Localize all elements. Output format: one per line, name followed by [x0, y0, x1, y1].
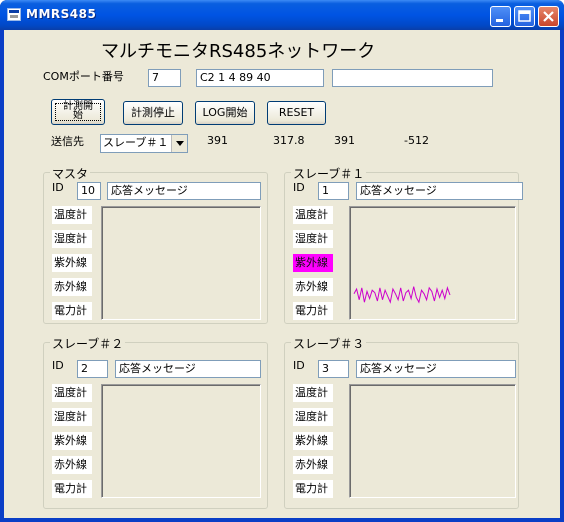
id-input[interactable]: 10	[77, 182, 101, 200]
id-label: ID	[52, 359, 64, 372]
hex-data-field[interactable]: C2 1 4 89 40	[196, 69, 324, 87]
readout-2: 317.8	[273, 134, 305, 147]
close-button[interactable]	[538, 6, 559, 27]
readout-3: 391	[334, 134, 355, 147]
panel-title: スレーブ＃２	[50, 335, 126, 352]
waveform-line	[353, 286, 451, 304]
client-area: マルチモニタRS485ネットワーク COMポート番号 7 C2 1 4 89 4…	[4, 30, 560, 518]
panel-master: マスタ ID 10 応答メッセージ 温度計 湿度計 紫外線 赤外線 電力計	[43, 165, 268, 324]
id-label: ID	[52, 181, 64, 194]
sensor-ultraviolet[interactable]: 紫外線	[52, 254, 92, 272]
panel-slave-3: スレーブ＃３ ID 3 応答メッセージ 温度計 湿度計 紫外線 赤外線 電力計	[284, 335, 519, 509]
sensor-ultraviolet[interactable]: 紫外線	[293, 254, 333, 272]
sensor-temperature[interactable]: 温度計	[52, 384, 92, 402]
id-input[interactable]: 1	[318, 182, 349, 200]
sensor-power[interactable]: 電力計	[52, 480, 92, 498]
sensor-infrared[interactable]: 赤外線	[293, 278, 333, 296]
sensor-humidity[interactable]: 湿度計	[293, 408, 333, 426]
id-input[interactable]: 2	[77, 360, 108, 378]
sensor-humidity[interactable]: 湿度計	[52, 408, 92, 426]
measure-start-button[interactable]: 計測開 始	[51, 99, 105, 125]
chevron-down-icon[interactable]	[171, 135, 187, 152]
id-input[interactable]: 3	[318, 360, 349, 378]
panel-title: スレーブ＃３	[291, 335, 367, 352]
extra-field[interactable]	[332, 69, 493, 87]
app-window: MMRS485 マルチモニタRS485ネットワーク COMポート番号 7 C2 …	[0, 0, 564, 522]
sensor-power[interactable]: 電力計	[52, 302, 92, 320]
sensor-humidity[interactable]: 湿度計	[52, 230, 92, 248]
graph-area	[101, 206, 261, 320]
reset-button[interactable]: RESET	[267, 101, 326, 125]
sensor-temperature[interactable]: 温度計	[52, 206, 92, 224]
graph-area	[349, 384, 516, 498]
sensor-humidity[interactable]: 湿度計	[293, 230, 333, 248]
sensor-ultraviolet[interactable]: 紫外線	[52, 432, 92, 450]
sensor-power[interactable]: 電力計	[293, 480, 333, 498]
panel-title: マスタ	[50, 165, 91, 182]
sensor-infrared[interactable]: 赤外線	[52, 278, 92, 296]
id-label: ID	[293, 181, 305, 194]
sensor-ultraviolet[interactable]: 紫外線	[293, 432, 333, 450]
destination-value: スレーブ＃１	[103, 136, 169, 149]
app-icon[interactable]	[7, 8, 21, 21]
com-port-input[interactable]: 7	[148, 69, 181, 87]
message-field[interactable]: 応答メッセージ	[107, 182, 261, 200]
message-field[interactable]: 応答メッセージ	[356, 182, 523, 200]
measure-stop-button[interactable]: 計測停止	[123, 101, 183, 125]
log-start-button[interactable]: LOG開始	[195, 101, 255, 125]
message-field[interactable]: 応答メッセージ	[115, 360, 261, 378]
readout-4: -512	[404, 134, 429, 147]
window-title: MMRS485	[26, 7, 97, 21]
destination-label: 送信先	[51, 135, 84, 148]
page-title: マルチモニタRS485ネットワーク	[101, 41, 376, 62]
sensor-temperature[interactable]: 温度計	[293, 206, 333, 224]
sensor-temperature[interactable]: 温度計	[293, 384, 333, 402]
title-bar[interactable]: MMRS485	[0, 0, 564, 30]
sensor-infrared[interactable]: 赤外線	[52, 456, 92, 474]
minimize-button[interactable]	[490, 6, 511, 27]
panel-slave-2: スレーブ＃２ ID 2 応答メッセージ 温度計 湿度計 紫外線 赤外線 電力計	[43, 335, 268, 509]
panel-slave-1: スレーブ＃１ ID 1 応答メッセージ 温度計 湿度計 紫外線 赤外線 電力計	[284, 165, 523, 324]
maximize-icon	[518, 10, 531, 22]
destination-select[interactable]: スレーブ＃１	[100, 134, 188, 153]
message-field[interactable]: 応答メッセージ	[356, 360, 516, 378]
readout-1: 391	[207, 134, 228, 147]
maximize-button[interactable]	[514, 6, 535, 27]
minimize-icon	[496, 19, 503, 22]
close-icon	[543, 11, 554, 22]
com-port-label: COMポート番号	[43, 70, 124, 83]
graph-area	[349, 206, 516, 320]
sensor-power[interactable]: 電力計	[293, 302, 333, 320]
id-label: ID	[293, 359, 305, 372]
panel-title: スレーブ＃１	[291, 165, 367, 182]
sensor-infrared[interactable]: 赤外線	[293, 456, 333, 474]
graph-area	[101, 384, 261, 498]
